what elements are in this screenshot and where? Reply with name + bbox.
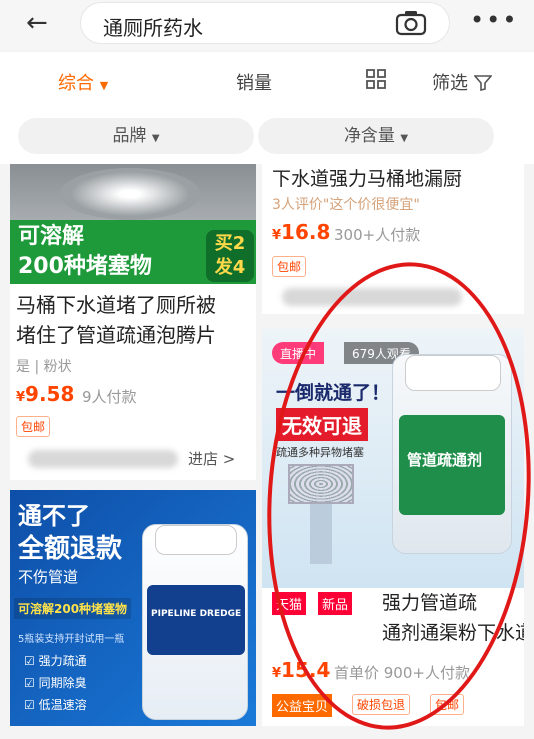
banner-headline: 通不了 [18, 502, 90, 530]
bottle-cap [155, 525, 237, 555]
tag-free-shipping: 包邮 [272, 256, 307, 277]
product-card[interactable]: 可溶解 200种堵塞物 买2 发4 马桶下水道堵了厕所被 堵住了管道疏通泡腾片 … [10, 164, 256, 480]
product-image: 通不了 全额退款 不伤管道 可溶解200种堵塞物 5瓶装支持开封试用一瓶 ☑ 强… [10, 490, 256, 726]
sort-bar: 综合 ▼ 销量 筛选 [0, 52, 534, 108]
caret-down-icon: ▼ [400, 133, 409, 144]
tag-free-shipping: 包邮 [16, 416, 51, 437]
product-price: ¥9.58 [16, 382, 75, 406]
currency-symbol: ¥ [272, 666, 282, 681]
back-arrow-icon[interactable]: ← [26, 8, 48, 38]
banner-trial: 5瓶装支持开封试用一瓶 [18, 634, 125, 645]
banner-dissolve: 可溶解200种堵塞物 [14, 598, 132, 619]
banner-safe: 不伤管道 [18, 568, 79, 586]
grid-view-icon[interactable] [366, 69, 386, 89]
review-snippet: 3人评价"这个价很便宜" [272, 197, 420, 213]
product-banner-text: 可溶解 200种堵塞物 [18, 224, 152, 279]
check-icon: ☑ [24, 654, 35, 668]
sold-count: 300+人付款 [334, 226, 421, 244]
product-title[interactable]: 下水道强力马桶地漏厨 [272, 164, 462, 194]
product-attributes: 是 | 粉状 [16, 359, 72, 375]
camera-icon[interactable] [395, 10, 427, 36]
caret-down-icon: ▼ [151, 133, 160, 144]
feature-item: ☑ 低温速溶 [24, 698, 87, 712]
product-image: 可溶解 200种堵塞物 买2 发4 [10, 164, 256, 284]
search-query: 通厕所药水 [103, 16, 203, 40]
sold-count: 9人付款 [82, 388, 137, 406]
bottle-image: PIPELINE DREDGE [142, 524, 248, 720]
top-bar: ← 通厕所药水 ••• [0, 0, 534, 50]
banner-refund: 全额退款 [18, 534, 123, 564]
more-icon[interactable]: ••• [470, 6, 518, 34]
shop-link[interactable]: 进店 > [188, 448, 235, 469]
feature-item: ☑ 同期除臭 [24, 676, 87, 690]
bottle-label: PIPELINE DREDGE [147, 585, 245, 655]
product-price: ¥16.8 [272, 220, 331, 244]
drain-image [60, 168, 200, 220]
check-icon: ☑ [24, 698, 35, 712]
search-input[interactable]: 通厕所药水 [80, 2, 450, 44]
sort-filter[interactable]: 筛选 [432, 69, 493, 95]
currency-symbol: ¥ [272, 228, 282, 243]
caret-down-icon: ▼ [99, 79, 109, 92]
shop-name-blurred [28, 450, 178, 468]
feature-item: ☑ 强力疏通 [24, 654, 87, 668]
promo-badge: 买2 发4 [206, 230, 254, 282]
product-card[interactable]: 通不了 全额退款 不伤管道 可溶解200种堵塞物 5瓶装支持开封试用一瓶 ☑ 强… [10, 490, 256, 726]
sort-comprehensive[interactable]: 综合 ▼ [58, 69, 108, 95]
filter-chips: 品牌 ▼ 净含量 ▼ [0, 108, 534, 164]
bottle-label-text: PIPELINE DREDGE [151, 609, 242, 619]
sort-sales[interactable]: 销量 [236, 69, 272, 95]
check-icon: ☑ [24, 676, 35, 690]
currency-symbol: ¥ [16, 390, 26, 405]
chip-brand[interactable]: 品牌 ▼ [18, 118, 254, 154]
filter-icon [472, 75, 493, 92]
product-title[interactable]: 马桶下水道堵了厕所被 堵住了管道疏通泡腾片 [16, 290, 216, 350]
chip-net-content[interactable]: 净含量 ▼ [258, 118, 494, 154]
